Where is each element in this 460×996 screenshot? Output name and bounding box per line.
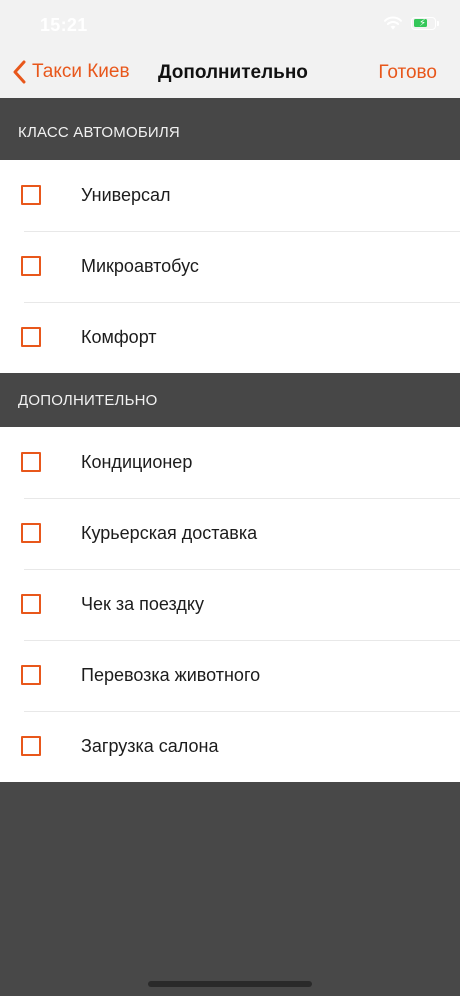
list-item[interactable]: Чек за поездку bbox=[0, 569, 460, 640]
chevron-left-icon bbox=[13, 60, 26, 84]
extras-list: Кондиционер Курьерская доставка Чек за п… bbox=[0, 427, 460, 782]
section-header-label: КЛАСС АВТОМОБИЛЯ bbox=[18, 124, 180, 141]
list-item[interactable]: Универсал bbox=[0, 160, 460, 231]
checkbox[interactable] bbox=[21, 185, 41, 205]
car-class-list: Универсал Микроавтобус Комфорт bbox=[0, 160, 460, 373]
list-item-label: Микроавтобус bbox=[81, 256, 199, 276]
checkbox[interactable] bbox=[21, 736, 41, 756]
checkbox[interactable] bbox=[21, 665, 41, 685]
list-item[interactable]: Комфорт bbox=[0, 302, 460, 373]
list-item[interactable]: Перевозка животного bbox=[0, 640, 460, 711]
section-header-extras: ДОПОЛНИТЕЛЬНО bbox=[0, 373, 460, 427]
list-item[interactable]: Курьерская доставка bbox=[0, 498, 460, 569]
back-button[interactable]: Такси Киев bbox=[12, 60, 130, 84]
screen: 15:21 ⚡ Такси Киев Дополнительно Готово … bbox=[0, 0, 460, 996]
done-button[interactable]: Готово bbox=[378, 62, 437, 84]
checkbox[interactable] bbox=[21, 452, 41, 472]
battery-icon: ⚡ bbox=[411, 16, 439, 30]
section-header-label: ДОПОЛНИТЕЛЬНО bbox=[18, 392, 158, 409]
checkbox[interactable] bbox=[21, 327, 41, 347]
back-button-label: Такси Киев bbox=[32, 61, 130, 82]
list-item-label: Универсал bbox=[81, 185, 171, 205]
checkbox[interactable] bbox=[21, 594, 41, 614]
list-item-label: Загрузка салона bbox=[81, 736, 219, 756]
page-title: Дополнительно bbox=[158, 62, 308, 83]
checkbox[interactable] bbox=[21, 523, 41, 543]
list-item-label: Чек за поездку bbox=[81, 594, 204, 614]
list-item[interactable]: Загрузка салона bbox=[0, 711, 460, 782]
status-icons: ⚡ bbox=[383, 16, 439, 30]
list-item-label: Курьерская доставка bbox=[81, 523, 258, 543]
status-time: 15:21 bbox=[40, 15, 88, 35]
navigation-bar: 15:21 ⚡ Такси Киев Дополнительно Готово bbox=[0, 0, 460, 98]
checkbox[interactable] bbox=[21, 256, 41, 276]
charging-bolt-icon: ⚡ bbox=[419, 17, 427, 29]
list-item-label: Перевозка животного bbox=[81, 665, 261, 685]
list-item[interactable]: Кондиционер bbox=[0, 427, 460, 498]
section-header-car-class: КЛАСС АВТОМОБИЛЯ bbox=[0, 98, 460, 160]
wifi-icon bbox=[384, 16, 402, 30]
list-item[interactable]: Микроавтобус bbox=[0, 231, 460, 302]
list-item-label: Кондиционер bbox=[81, 452, 193, 472]
list-item-label: Комфорт bbox=[81, 327, 157, 347]
home-indicator[interactable] bbox=[148, 981, 312, 987]
